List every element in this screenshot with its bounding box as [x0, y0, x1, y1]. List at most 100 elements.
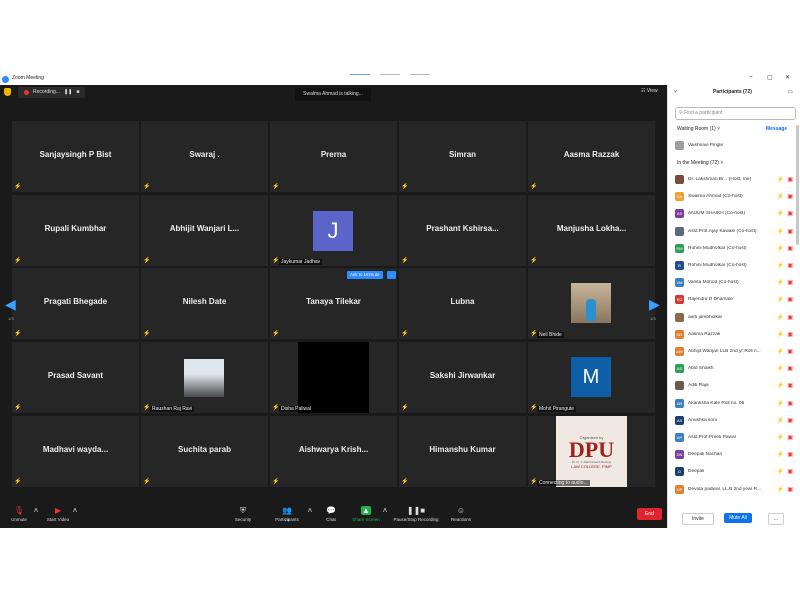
more-options-button[interactable]: ... [768, 513, 784, 525]
participant-name: Aditi Raja [688, 383, 709, 389]
video-tile[interactable]: Sanjaysingh P Bist ⚡ [12, 121, 139, 192]
participant-name: ANJUM SHAIKH (Co-host) [688, 211, 746, 217]
participant-row[interactable]: AR Akanksha Kale Roll no. 06 ⚡ ▣ [675, 397, 793, 410]
mic-muted-icon: ⚡ [776, 297, 785, 304]
video-tile[interactable]: ⚡ Raushan Raj Ravi [141, 342, 268, 413]
share-options-caret[interactable]: ˄ [380, 502, 388, 528]
video-tile[interactable]: Nilesh Date ⚡ [141, 268, 268, 339]
participant-row[interactable]: Asst.Prof.Ajay Kawale (Co-host) ⚡ ▣ [675, 225, 793, 238]
video-tile[interactable]: Aishwarya Krish... ⚡ [270, 416, 397, 487]
participant-row[interactable]: AW Abhijit Wanjari LLB 2nd yr Roll n... ⚡ ▣ [675, 345, 793, 358]
participant-avatar: DP [675, 484, 684, 494]
video-off-icon: ▣ [787, 417, 793, 424]
waiting-room-heading[interactable]: Waiting Room (1) ˅ [677, 126, 720, 132]
video-tile[interactable]: Himanshu Kumar ⚡ [399, 416, 526, 487]
video-tile[interactable]: Swaraj . ⚡ [141, 121, 268, 192]
video-tile[interactable]: Manjusha Lokha... ⚡ [528, 195, 655, 266]
participant-row[interactable]: SA Swalma Ahmad (Co-host) ⚡ ▣ [675, 190, 793, 203]
participant-avatar: AR [675, 398, 684, 408]
participant-row[interactable]: DP Devata padwal. LL.B 2nd year R... ⚡ ▣ [675, 483, 793, 496]
participant-avatar: AP [675, 433, 684, 442]
security-button[interactable]: ⛨ Security [230, 502, 256, 528]
recording-indicator[interactable]: Recording... ❚❚ ■ [18, 87, 86, 98]
collapse-panel-icon[interactable]: ˅ [674, 89, 677, 95]
participant-row[interactable]: AS Anushka soni ⚡ ▣ [675, 414, 793, 427]
video-tile[interactable]: Abhijit Wanjari L... ⚡ [141, 195, 268, 266]
participant-row[interactable]: Aditi Raja ⚡ ▣ [675, 379, 793, 392]
participant-name: Sanjaysingh P Bist [39, 150, 112, 159]
participant-row[interactable]: VM Vanita Mohod (Co-host) ⚡ ▣ [675, 276, 793, 289]
participants-button[interactable]: 👥73 Participants [272, 502, 302, 528]
participant-row[interactable]: AR Aasma Razzak ⚡ ▣ [675, 328, 793, 341]
participant-name: Prerna [320, 150, 347, 159]
participant-row[interactable]: RM Rohini Mudholkar (Co-host) ⚡ ▣ [675, 242, 793, 255]
video-tile[interactable]: ⚡ Disha Paliwal [270, 342, 397, 413]
participant-row[interactable]: R Rohini Mudholkar (Co-host) ⚡ ▣ [675, 259, 793, 272]
invite-button[interactable]: Invite [682, 513, 714, 525]
video-tile[interactable]: J ⚡ Jaykumar Jadhav [270, 195, 397, 266]
participant-name: Akanksha Kale Roll no. 06 [688, 400, 745, 406]
participant-avatar [675, 312, 684, 322]
participant-row[interactable]: AS ANJUM SHAIKH (Co-host) ⚡ ▣ [675, 207, 793, 220]
participant-row[interactable]: DN Deepali Nachan ⚡ ▣ [675, 448, 793, 461]
minimize-button[interactable]: – [749, 74, 752, 80]
video-tile[interactable]: Sakshi Jirwankar ⚡ [399, 342, 526, 413]
video-tile[interactable]: Pragati Bhegade ⚡ [12, 268, 139, 339]
participant-row[interactable]: aarti jambhulkar ⚡ ▣ [675, 311, 793, 324]
participant-row[interactable]: D Deepali ⚡ ▣ [675, 465, 793, 478]
audio-options-caret[interactable]: ˄ [31, 502, 39, 528]
video-off-icon: ▣ [787, 194, 793, 201]
participant-row[interactable]: RD Rajendra D Dhamale ⚡ ▣ [675, 293, 793, 306]
popout-icon[interactable]: ▭ [788, 89, 793, 95]
participant-row[interactable]: Dr. Lakshman Br... (Host, me) ⚡ ▣ [675, 173, 793, 186]
participant-avatar: AS [675, 364, 684, 374]
mic-muted-icon: ⚡ [401, 405, 409, 411]
participant-row[interactable]: AP Asst.Prof.Preeti Pawar ⚡ ▣ [675, 431, 793, 444]
video-tile[interactable]: Madhavi wayda... ⚡ [12, 416, 139, 487]
video-tile[interactable]: Suchita parab ⚡ [141, 416, 268, 487]
panel-scrollbar[interactable] [796, 125, 799, 245]
participant-name: Asst.Prof.Preeti Pawar [688, 435, 737, 440]
video-tile[interactable]: ⚡ Neil Bhide [528, 268, 655, 339]
ask-to-unmute-button[interactable]: Ask to Unmute [347, 271, 383, 279]
mic-muted-icon: ⚡ [776, 228, 785, 235]
video-tile[interactable]: M ⚡ Mohit Pirangute [528, 342, 655, 413]
pause-icon[interactable]: ❚❚ [64, 87, 72, 98]
video-tile[interactable]: Organised by DPU Dr. D. Y. Patil Unitech S… [528, 416, 655, 487]
mute-all-button[interactable]: Mute All [724, 513, 752, 523]
video-off-icon: ▣ [787, 331, 793, 338]
panel-footer: Invite Mute All ... [668, 508, 800, 528]
mic-muted-icon: ⚡ [776, 331, 785, 338]
in-meeting-heading[interactable]: In the Meeting (72) ˅ [677, 160, 723, 166]
video-tile[interactable]: Prerna ⚡ [270, 121, 397, 192]
unmute-button[interactable]: 🎙 Unmute [6, 502, 32, 528]
participants-options-caret[interactable]: ˄ [305, 502, 313, 528]
mic-muted-icon: ⚡ [143, 258, 151, 264]
pause-stop-recording-button[interactable]: ❚❚■ Pause/Stop Recording [390, 502, 442, 528]
participant-avatar: AR [675, 329, 684, 339]
video-off-icon: ▣ [787, 280, 793, 287]
video-options-caret[interactable]: ˄ [70, 502, 78, 528]
view-button[interactable]: ☷ View [641, 88, 658, 94]
message-link[interactable]: Message [766, 126, 787, 132]
participant-row[interactable]: Vaishnavi Pingle [675, 139, 793, 152]
share-screen-button[interactable]: ▲ Share Screen [350, 502, 382, 528]
participant-name: Vanita Mohod (Co-host) [688, 280, 739, 286]
chat-button[interactable]: 💬 Chat [320, 502, 342, 528]
maximize-button[interactable]: ▢ [767, 74, 773, 81]
video-tile[interactable]: Rupali Kumbhar ⚡ [12, 195, 139, 266]
participant-row[interactable]: AS Abid Shaikh ⚡ ▣ [675, 362, 793, 375]
reactions-button[interactable]: ☺ Reactions [448, 502, 474, 528]
end-meeting-button[interactable]: End [637, 508, 662, 520]
mic-muted-icon: ⚡ [776, 452, 785, 459]
close-button[interactable]: ✕ [785, 74, 790, 81]
participant-name: Dr. Lakshman Br... (Host, me) [688, 177, 752, 182]
video-tile[interactable]: Simran ⚡ [399, 121, 526, 192]
video-tile[interactable]: Prasad Savant ⚡ [12, 342, 139, 413]
video-tile[interactable]: Prashant Kshirsa... ⚡ [399, 195, 526, 266]
stop-icon[interactable]: ■ [76, 87, 79, 98]
video-tile[interactable]: Lubna ⚡ [399, 268, 526, 339]
tile-more-button[interactable]: ... [387, 271, 396, 279]
participant-search-input[interactable]: ⚲ Find a participant [675, 107, 796, 120]
video-tile[interactable]: Aasma Razzak ⚡ [528, 121, 655, 192]
